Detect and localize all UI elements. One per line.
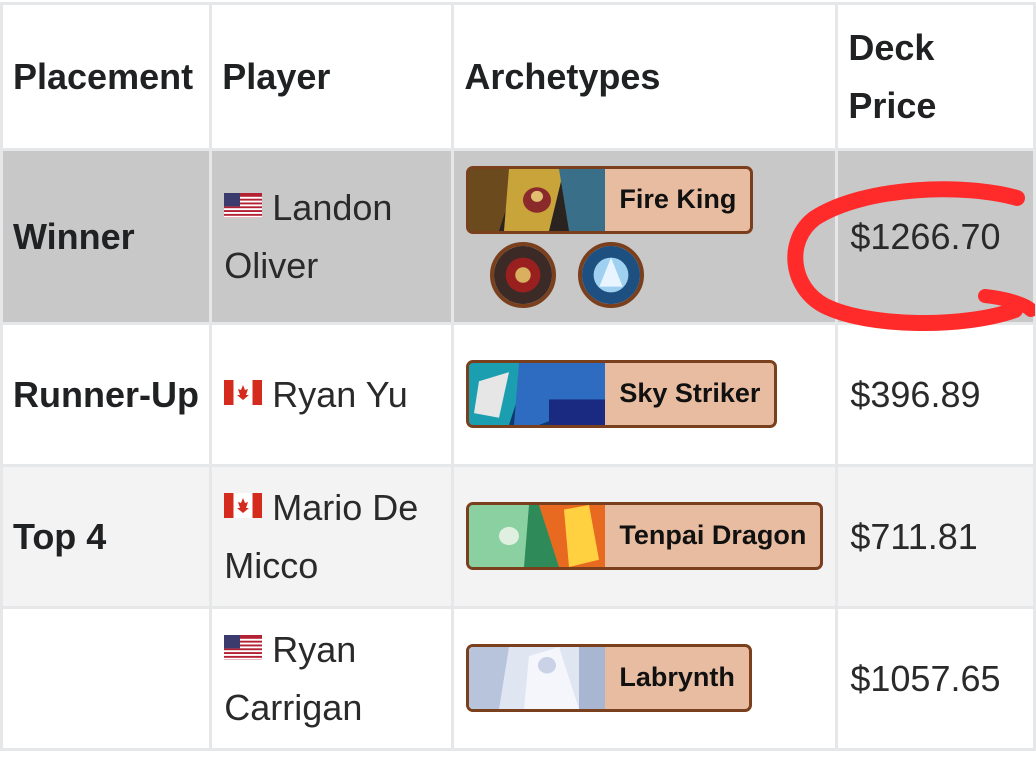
table-row: Top 4 Mario De Micco Tenpai Dragon $711.…	[0, 464, 1036, 609]
price-cell: $711.81	[835, 464, 1036, 609]
placement-cell: Runner-Up	[0, 322, 213, 467]
header-deck-price[interactable]: Deck Price	[835, 2, 1036, 151]
us-flag-icon	[224, 193, 263, 219]
placement-cell: Top 4	[0, 464, 213, 609]
archetype-label: Labrynth	[619, 662, 735, 692]
sub-archetype-icons	[490, 241, 823, 308]
archetype-cell: Fire King	[451, 148, 839, 325]
archetype-label: Sky Striker	[619, 378, 761, 408]
archetype-label: Fire King	[619, 184, 737, 214]
archetype-label: Tenpai Dragon	[619, 520, 807, 550]
card-art-image	[469, 646, 606, 709]
player-cell: Landon Oliver	[209, 148, 455, 325]
header-deck-price-line2: Price	[848, 84, 937, 126]
archetype-badge[interactable]: Labrynth	[466, 643, 752, 712]
price-cell: $1057.65	[835, 606, 1036, 751]
sub-archetype-icon[interactable]	[578, 241, 645, 308]
archetype-cell: Tenpai Dragon	[451, 464, 839, 609]
archetype-badge[interactable]: Fire King	[466, 165, 754, 234]
table-row: Runner-Up Ryan Yu Sky Striker $396.89	[0, 322, 1036, 467]
results-table: Placement Player Archetypes Deck Price W…	[0, 2, 1036, 751]
price-cell: $1266.70	[835, 148, 1036, 325]
price-cell: $396.89	[835, 322, 1036, 467]
card-art-image	[469, 168, 606, 231]
header-deck-price-line1: Deck	[848, 26, 935, 68]
canada-flag-icon	[224, 493, 263, 519]
placement-cell	[0, 606, 213, 751]
card-art-image	[469, 362, 606, 425]
us-flag-icon	[224, 635, 263, 661]
card-art-image	[469, 504, 606, 567]
archetype-cell: Labrynth	[451, 606, 839, 751]
header-archetypes[interactable]: Archetypes	[451, 2, 839, 151]
table-row: Ryan Carrigan Labrynth $1057.65	[0, 606, 1036, 751]
canada-flag-icon	[224, 380, 263, 406]
player-cell: Mario De Micco	[209, 464, 455, 609]
player-name-link[interactable]: Ryan Yu	[272, 374, 407, 415]
player-cell: Ryan Carrigan	[209, 606, 455, 751]
header-player[interactable]: Player	[209, 2, 455, 151]
archetype-cell: Sky Striker	[451, 322, 839, 467]
table-row: Winner Landon Oliver Fire King $1266.70	[0, 148, 1036, 325]
archetype-badge[interactable]: Tenpai Dragon	[466, 501, 824, 570]
archetype-badge[interactable]: Sky Striker	[466, 359, 778, 428]
player-cell: Ryan Yu	[209, 322, 455, 467]
placement-cell: Winner	[0, 148, 213, 325]
sub-archetype-icon[interactable]	[490, 241, 557, 308]
header-placement[interactable]: Placement	[0, 2, 213, 151]
